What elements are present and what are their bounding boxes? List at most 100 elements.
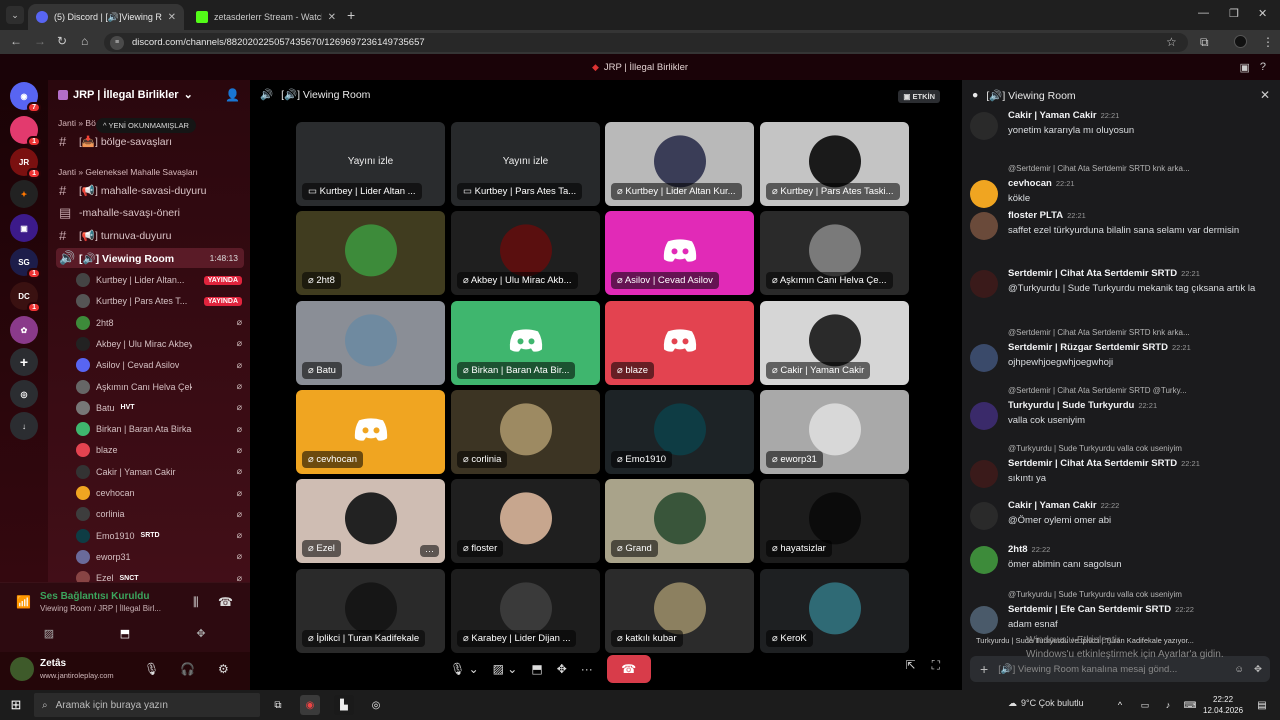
voice-user[interactable]: Akbey | Ulu Mirac Akbey ⌀ [76,334,242,354]
noise-suppression-icon[interactable]: ⫼ [193,595,199,610]
obs-app-icon[interactable]: ◎ [366,695,386,715]
app-icon[interactable]: ▙ [334,695,354,715]
explore-icon[interactable]: ◎ [10,380,38,408]
chrome-app-icon[interactable]: ◉ [300,695,320,715]
participant-tile[interactable]: ⌀ Kurtbey | Lider Altan Kur... [605,122,754,206]
voice-user[interactable]: blaze ⌀ [76,440,242,460]
voice-user[interactable]: Cakir | Yaman Cakir ⌀ [76,462,242,482]
participant-tile[interactable]: ⌀ corlinia [451,390,600,474]
participant-tile[interactable]: ⌀ floster [451,479,600,563]
avatar[interactable] [970,212,998,240]
category-header[interactable]: Janti » Geleneksel Mahalle Savaşları [58,167,198,177]
channel-mahalle-savasi-duyuru[interactable]: # [📢] mahalle-savasi-duyuru [56,180,244,200]
avatar[interactable] [970,270,998,298]
reply-preview[interactable]: @Sertdemir | Cihat Ata Sertdemir SRTD kn… [1008,328,1270,337]
voice-user[interactable]: cevhocan ⌀ [76,483,242,503]
participant-tile[interactable]: ⌀ Grand [605,479,754,563]
site-info-icon[interactable]: ≡ [110,35,124,50]
apps-icon[interactable]: ✥ [1254,664,1270,675]
maximize-button[interactable]: ❐ [1229,7,1239,20]
participant-tile[interactable]: ⌀ eworp31 [760,390,909,474]
voice-user[interactable]: Kurtbey | Lider Altan... YAYINDA [76,270,242,290]
message-author[interactable]: Sertdemir | Cihat Ata Sertdemir SRTD 22:2… [1008,268,1200,279]
reply-preview[interactable]: @Turkyurdu | Sude Turkyurdu valla cok us… [1008,590,1270,599]
reply-preview[interactable]: @Sertdemir | Cihat Ata Sertdemir SRTD kn… [1008,164,1270,173]
message-author[interactable]: cevhocan 22:21 [1008,178,1075,189]
participant-tile[interactable]: Yayını izle ▭ Kurtbey | Lider Altan ... [296,122,445,206]
task-view-icon[interactable]: ⧉ [268,695,288,715]
voice-user[interactable]: Batu HVT ⌀ [76,398,242,418]
popout-icon[interactable]: ⇱ [906,658,916,673]
server-icon[interactable]: DC 1 [10,282,41,313]
emoji-icon[interactable]: ☺ [1234,664,1244,675]
message-author[interactable]: Cakir | Yaman Cakir 22:21 [1008,110,1119,121]
extensions-icon[interactable]: ⧉ [1200,35,1209,50]
server-icon[interactable]: ✦ [10,180,38,208]
voice-channel-viewing-room[interactable]: 🔊 [🔊] Viewing Room 1:48:13 [56,248,244,268]
weather-widget[interactable]: ☁ 9°C Çok bulutlu [1008,698,1084,709]
participant-tile[interactable]: ⌀ Emo1910 [605,390,754,474]
headphones-icon[interactable]: 🎧 [180,662,195,676]
channel-turnuva-duyuru[interactable]: # [📢] turnuva-duyuru [56,225,244,245]
notifications-icon[interactable]: ▤ [1252,695,1272,715]
server-folder-icon[interactable]: ▣ [10,214,38,242]
more-options-button[interactable]: ··· [420,545,439,557]
avatar[interactable] [970,180,998,208]
avatar[interactable] [970,402,998,430]
avatar[interactable] [970,606,998,634]
watch-stream-label[interactable]: Yayını izle [451,156,600,167]
participant-tile[interactable]: ⌀ Ezel ··· [296,479,445,563]
voice-user[interactable]: eworp31 ⌀ [76,547,242,567]
voice-user[interactable]: Emo1910 SRTD ⌀ [76,526,242,546]
reply-preview[interactable]: @Sertdemir | Cihat Ata Sertdemir SRTD @T… [1008,386,1270,395]
participant-tile[interactable]: ⌀ Karabey | Lider Dijan ... [451,569,600,653]
server-icon[interactable]: ✿ [10,316,38,344]
participant-tile[interactable]: ⌀ hayatsizlar [760,479,909,563]
participant-tile[interactable]: ⌀ Akbey | Ulu Mirac Akb... [451,211,600,295]
voice-location[interactable]: Viewing Room / JRP | İllegal Birl... [40,604,161,613]
settings-gear-icon[interactable]: ⚙ [218,662,229,676]
tray-overflow-icon[interactable]: ^ [1110,695,1130,715]
download-icon[interactable]: ↓ [10,412,38,440]
microphone-button[interactable]: 🎙 ⌄ [450,662,479,676]
help-icon[interactable]: ? [1260,61,1266,74]
windows-start-icon[interactable]: ⊞ [6,695,26,715]
network-icon[interactable]: ▭ [1135,695,1155,715]
avatar[interactable] [970,344,998,372]
participant-tile[interactable]: ⌀ Asilov | Cevad Asilov [605,211,754,295]
avatar[interactable] [10,657,34,681]
voice-user[interactable]: Kurtbey | Pars Ates T... YAYINDA [76,291,242,311]
voice-user[interactable]: Birkan | Baran Ata Birkan ⌀ [76,419,242,439]
voice-user[interactable]: Aşkımın Canı Helva Çekmiş ⌀ [76,377,242,397]
server-icon[interactable]: JR 1 [10,148,41,179]
share-screen-button[interactable]: ⬒ [100,623,150,643]
participant-tile[interactable]: ⌀ Batu [296,301,445,385]
reload-button[interactable]: ↻ [57,34,67,48]
browser-menu-icon[interactable]: ⋮ [1262,35,1274,49]
watch-stream-label[interactable]: Yayını izle [296,156,445,167]
avatar[interactable] [970,546,998,574]
channel-bolge-savaslari[interactable]: # [📥] bölge-savaşları [56,131,244,151]
back-button[interactable]: ← [10,34,22,48]
channel-mahalle-savasi-oneri[interactable]: ▤ -mahalle-savaşı-öneri [56,203,244,223]
volume-icon[interactable]: ♪ [1158,695,1178,715]
message-author[interactable]: Turkyurdu | Sude Turkyurdu 22:21 [1008,400,1157,411]
new-tab-button[interactable]: + [347,7,355,23]
new-unreads-pill[interactable]: ^ YENİ OKUNMAMIŞLAR [96,118,196,133]
camera-button[interactable]: ▨ ⌄ [493,662,518,676]
message-author[interactable]: Sertdemir | Efe Can Sertdemir SRTD 22:22 [1008,604,1194,615]
voice-user[interactable]: Asilov | Cevad Asilov ⌀ [76,355,242,375]
voice-user[interactable]: 2ht8 ⌀ [76,313,242,333]
url-bar[interactable]: ≡ discord.com/channels/88202022505743567… [104,33,1188,52]
tab-discord[interactable]: (5) Discord | [🔊]Viewing R ✕ [28,4,184,30]
disconnect-icon[interactable]: ☎ [218,595,233,609]
leave-call-button[interactable]: ☎ [606,655,651,683]
reply-preview[interactable]: @Turkyurdu | Sude Turkyurdu valla cok us… [1008,444,1270,453]
participant-tile[interactable]: ⌀ İplikci | Turan Kadifekale [296,569,445,653]
activities-button[interactable]: ✥ [176,623,226,643]
microphone-icon[interactable]: 🎙 [144,662,159,676]
add-server-icon[interactable]: + [10,348,38,376]
message-author[interactable]: Sertdemir | Cihat Ata Sertdemir SRTD 22:2… [1008,458,1200,469]
bookmark-star-icon[interactable]: ☆ [1166,35,1177,49]
home-button[interactable]: ⌂ [81,34,88,48]
